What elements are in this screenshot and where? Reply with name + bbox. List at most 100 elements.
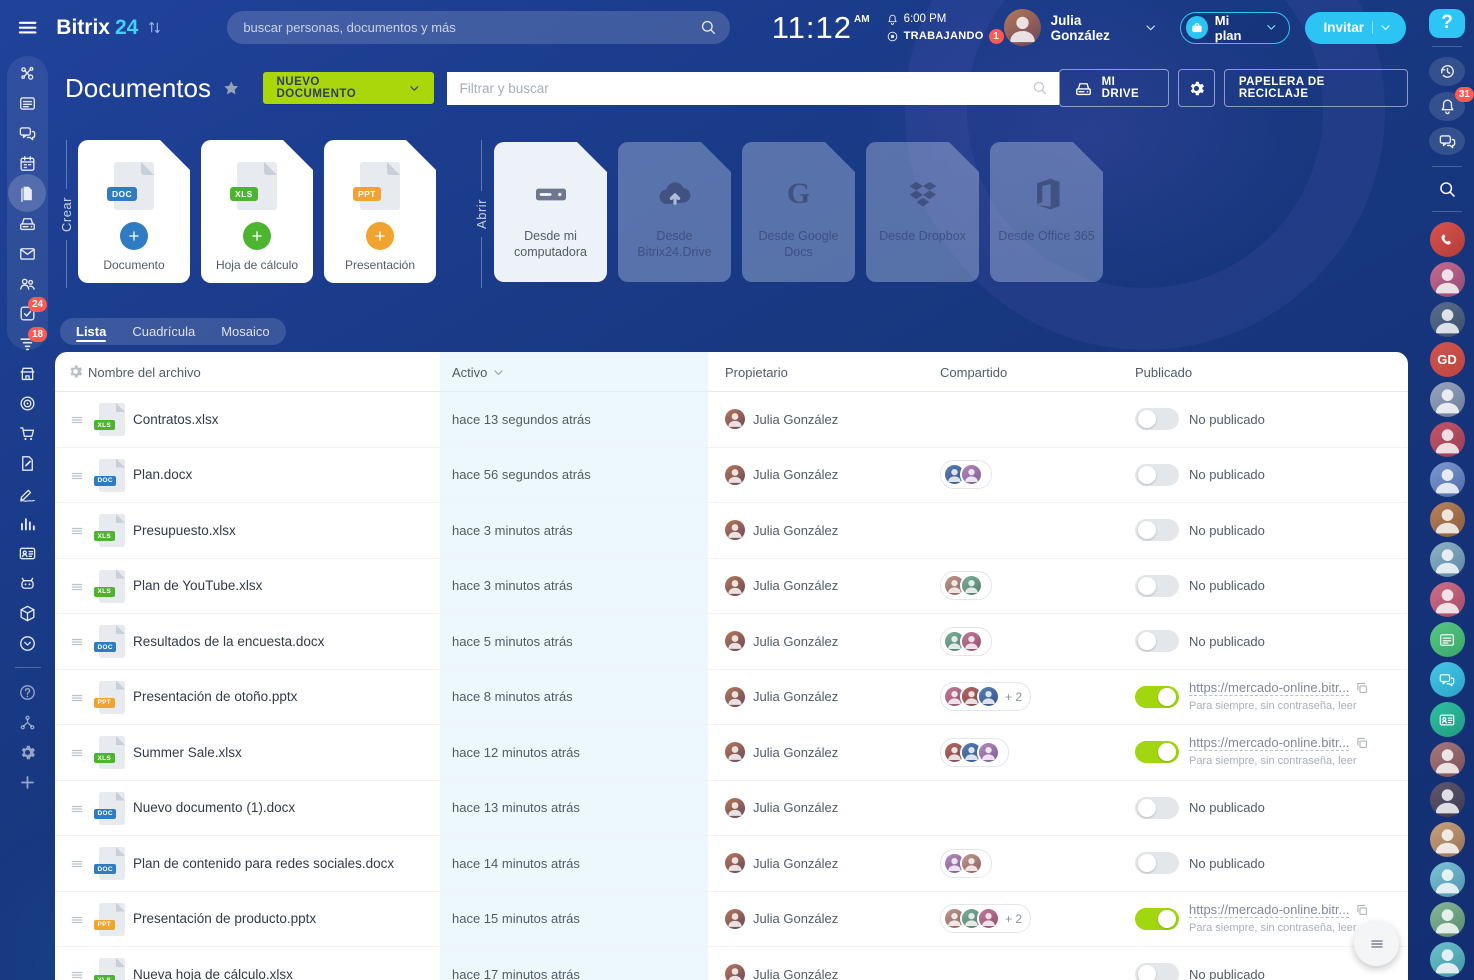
publish-toggle[interactable] [1135, 408, 1179, 430]
file-name[interactable]: Plan de YouTube.xlsx [133, 559, 262, 614]
table-row[interactable]: XLSPlan de YouTube.xlsxhace 3 minutos at… [55, 559, 1408, 615]
chat-avatar[interactable] [1430, 782, 1465, 817]
chat-avatar[interactable]: GD [1430, 342, 1465, 377]
table-row[interactable]: XLSNueva hoja de cálculo.xlsxhace 17 min… [55, 947, 1408, 980]
file-owner[interactable]: Julia González [725, 670, 838, 725]
table-row[interactable]: XLSPresupuesto.xlsxhace 3 minutos atrásJ… [55, 503, 1408, 559]
sidebar-item-contact-center[interactable] [0, 538, 55, 568]
sidebar-item-sites[interactable] [0, 388, 55, 418]
chat-avatar[interactable] [1430, 542, 1465, 577]
drag-handle-icon[interactable] [69, 579, 85, 595]
workspace-switch-icon[interactable] [146, 19, 163, 36]
chat-avatar[interactable] [1430, 822, 1465, 857]
chat-avatar[interactable] [1430, 382, 1465, 417]
file-owner[interactable]: Julia González [725, 614, 838, 669]
open-card[interactable]: Desde Office 365 [990, 142, 1103, 282]
create-card-ppt[interactable]: PPTPresentación [324, 140, 436, 283]
publish-toggle[interactable] [1135, 797, 1179, 819]
drag-handle-icon[interactable] [69, 523, 85, 539]
published-link[interactable]: https://mercado-online.bitr... [1189, 735, 1349, 751]
table-row[interactable]: DOCPlan.docxhace 56 segundos atrásJulia … [55, 448, 1408, 504]
file-owner[interactable]: Julia González [725, 503, 838, 558]
table-row[interactable]: PPTPresentación de producto.pptxhace 15 … [55, 892, 1408, 948]
sidebar-item-teams[interactable] [0, 268, 55, 298]
sidebar-item-market[interactable] [0, 358, 55, 388]
table-row[interactable]: XLSContratos.xlsxhace 13 segundos atrásJ… [55, 392, 1408, 448]
sidebar-item-feed[interactable] [0, 88, 55, 118]
create-card-xls[interactable]: XLSHoja de cálculo [201, 140, 313, 283]
chat-avatar[interactable] [1430, 462, 1465, 497]
sidebar-item-add[interactable] [0, 767, 55, 797]
shared-users-pill[interactable] [940, 460, 992, 489]
chat-avatar[interactable] [1430, 582, 1465, 617]
search-button[interactable] [1429, 177, 1465, 201]
open-card[interactable]: Desde Bitrix24.Drive [618, 142, 731, 282]
drag-handle-icon[interactable] [69, 745, 85, 761]
chat-avatar[interactable] [1430, 222, 1465, 257]
column-header[interactable]: Nombre del archivo [88, 352, 201, 392]
file-name[interactable]: Summer Sale.xlsx [133, 725, 242, 780]
sidebar-item-overview[interactable] [0, 58, 55, 88]
column-header[interactable]: Publicado [1135, 352, 1192, 392]
search-icon[interactable] [1031, 79, 1049, 97]
file-name[interactable]: Contratos.xlsx [133, 392, 219, 447]
sidebar-item-settings[interactable] [0, 737, 55, 767]
published-link[interactable]: https://mercado-online.bitr... [1189, 902, 1349, 918]
history-button[interactable] [1429, 57, 1465, 86]
sidebar-item-ai[interactable] [0, 568, 55, 598]
shared-users-pill[interactable]: + 2 [940, 904, 1031, 933]
publish-toggle[interactable] [1135, 741, 1179, 763]
file-name[interactable]: Nueva hoja de cálculo.xlsx [133, 947, 293, 980]
sidebar-item-documents[interactable] [0, 178, 55, 208]
help-button[interactable]: ? [1429, 9, 1465, 38]
file-owner[interactable]: Julia González [725, 448, 838, 503]
search-icon[interactable] [699, 18, 718, 37]
favorite-star-icon[interactable] [222, 79, 241, 98]
my-drive-button[interactable]: MI DRIVE [1059, 69, 1169, 107]
sidebar-item-help[interactable] [0, 677, 55, 707]
chat-avatar[interactable] [1430, 862, 1465, 897]
drag-handle-icon[interactable] [69, 801, 85, 817]
chat-avatar[interactable] [1430, 302, 1465, 337]
workday-widget[interactable]: 6:00 PM TRABAJANDO 1 [886, 12, 1004, 44]
column-header[interactable]: Propietario [725, 352, 788, 392]
table-row[interactable]: XLSSummer Sale.xlsxhace 12 minutos atrás… [55, 725, 1408, 781]
shared-users-pill[interactable]: + 2 [940, 682, 1031, 711]
invite-button[interactable]: Invitar [1305, 12, 1406, 44]
table-row[interactable]: DOCPlan de contenido para redes sociales… [55, 836, 1408, 892]
open-card[interactable]: Desde Dropbox [866, 142, 979, 282]
file-name[interactable]: Resultados de la encuesta.docx [133, 614, 324, 669]
sidebar-item-structure[interactable] [0, 707, 55, 737]
new-document-button[interactable]: NUEVO DOCUMENTO [263, 72, 433, 104]
file-owner[interactable]: Julia González [725, 725, 838, 780]
chat-avatar[interactable] [1430, 902, 1465, 937]
publish-toggle[interactable] [1135, 908, 1179, 930]
file-name[interactable]: Plan de contenido para redes sociales.do… [133, 836, 394, 891]
quick-actions-button[interactable] [1354, 921, 1399, 966]
filter-search-input[interactable] [447, 72, 1059, 105]
drag-handle-icon[interactable] [69, 912, 85, 928]
file-name[interactable]: Presupuesto.xlsx [133, 503, 236, 558]
my-plan-button[interactable]: Mi plan [1180, 12, 1291, 44]
publish-toggle[interactable] [1135, 686, 1179, 708]
file-owner[interactable]: Julia González [725, 836, 838, 891]
published-link[interactable]: https://mercado-online.bitr... [1189, 680, 1349, 696]
chat-avatar[interactable] [1430, 742, 1465, 777]
publish-toggle[interactable] [1135, 852, 1179, 874]
shared-users-pill[interactable] [940, 571, 992, 600]
publish-toggle[interactable] [1135, 630, 1179, 652]
shared-users-pill[interactable] [940, 849, 992, 878]
chat-avatar[interactable] [1430, 262, 1465, 297]
chat-avatar[interactable] [1430, 942, 1465, 977]
sidebar-item-crm[interactable]: 18 [0, 328, 55, 358]
settings-button[interactable] [1178, 69, 1215, 107]
create-card-doc[interactable]: DOCDocumento [78, 140, 190, 283]
file-owner[interactable]: Julia González [725, 392, 838, 447]
file-name[interactable]: Presentación de producto.pptx [133, 892, 316, 947]
table-row[interactable]: DOCResultados de la encuesta.docxhace 5 … [55, 614, 1408, 670]
open-card[interactable]: Desde mi computadora [494, 142, 607, 282]
tab-cuadrícula[interactable]: Cuadrícula [132, 318, 195, 345]
file-name[interactable]: Plan.docx [133, 448, 192, 503]
clock[interactable]: 11:12 AM [772, 11, 870, 45]
drag-handle-icon[interactable] [69, 634, 85, 650]
